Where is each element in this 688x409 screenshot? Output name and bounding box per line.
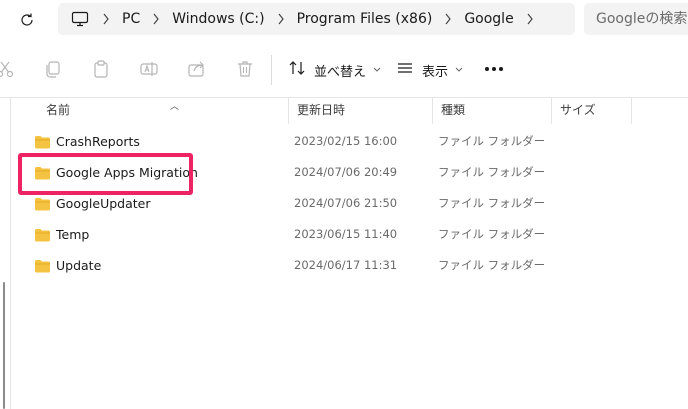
table-row[interactable]: Temp 2023/06/15 11:40 ファイル フォルダー <box>12 219 688 250</box>
rename-icon[interactable] <box>138 58 160 80</box>
column-type[interactable]: 種類 <box>433 98 552 124</box>
delete-icon[interactable] <box>234 58 256 80</box>
column-name[interactable]: ︿ 名前 <box>12 98 289 124</box>
file-type: ファイル フォルダー <box>438 227 546 241</box>
chevron-right-icon[interactable] <box>436 13 460 25</box>
address-row: PC Windows (C:) Program Files (x86) Goog… <box>0 0 688 40</box>
file-date: 2024/07/06 21:50 <box>294 196 398 210</box>
toolbar-divider <box>271 55 272 85</box>
sort-button-label: 並べ替え <box>314 64 367 80</box>
column-size[interactable]: サイズ <box>552 98 632 124</box>
file-date: 2023/02/15 16:00 <box>294 134 398 148</box>
cut-icon[interactable] <box>0 58 16 80</box>
view-button-label: 表示 <box>422 64 449 80</box>
view-button[interactable]: 表示 <box>396 57 463 83</box>
sort-button[interactable]: 並べ替え <box>288 57 381 83</box>
file-type: ファイル フォルダー <box>438 196 546 210</box>
sort-icon <box>288 59 306 81</box>
column-date-label: 更新日時 <box>297 103 346 117</box>
file-type: ファイル フォルダー <box>438 165 546 179</box>
chevron-right-icon[interactable] <box>144 13 168 25</box>
highlight-box <box>18 153 193 195</box>
file-type: ファイル フォルダー <box>438 258 546 272</box>
column-type-label: 種類 <box>441 103 466 117</box>
file-date: 2023/06/15 11:40 <box>294 227 398 241</box>
more-icon[interactable] <box>482 58 506 80</box>
folder-icon <box>34 259 51 273</box>
file-name: Temp <box>56 227 90 242</box>
paste-icon[interactable] <box>90 58 112 80</box>
folder-icon <box>34 197 51 211</box>
breadcrumb[interactable]: PC Windows (C:) Program Files (x86) Goog… <box>58 3 575 35</box>
column-header: ︿ 名前 更新日時 種類 サイズ <box>12 98 688 124</box>
breadcrumb-item-windows-c[interactable]: Windows (C:) <box>168 11 268 27</box>
navigation-pane[interactable] <box>0 98 11 409</box>
share-icon[interactable] <box>186 58 208 80</box>
folder-icon <box>34 135 51 149</box>
file-name: CrashReports <box>56 134 140 149</box>
file-date: 2024/07/06 20:49 <box>294 165 398 179</box>
file-name: GoogleUpdater <box>56 196 151 211</box>
breadcrumb-item-google[interactable]: Google <box>460 11 517 27</box>
chevron-down-icon <box>373 67 381 73</box>
command-bar: 並べ替え 表示 <box>0 40 688 98</box>
file-type: ファイル フォルダー <box>438 134 546 148</box>
chevron-right-icon[interactable] <box>269 13 293 25</box>
chevron-right-icon[interactable] <box>518 13 542 25</box>
chevron-down-icon <box>455 67 463 73</box>
copy-icon[interactable] <box>42 58 64 80</box>
table-row[interactable]: Update 2024/06/17 11:31 ファイル フォルダー <box>12 250 688 281</box>
file-date: 2024/06/17 11:31 <box>294 258 398 272</box>
chevron-right-icon[interactable] <box>94 13 118 25</box>
file-name: Update <box>56 258 102 273</box>
column-name-label: 名前 <box>46 103 71 117</box>
column-date[interactable]: 更新日時 <box>289 98 433 124</box>
search-input[interactable]: Googleの検索 <box>584 3 688 35</box>
folder-icon <box>34 228 51 242</box>
computer-icon[interactable] <box>66 11 94 27</box>
column-size-label: サイズ <box>560 103 596 117</box>
breadcrumb-item-pc[interactable]: PC <box>118 11 144 27</box>
refresh-icon[interactable] <box>14 8 40 32</box>
view-icon <box>396 59 414 81</box>
sort-ascending-icon: ︿ <box>170 102 180 112</box>
navigation-scrollbar[interactable] <box>3 282 5 409</box>
breadcrumb-item-program-files-x86[interactable]: Program Files (x86) <box>293 11 437 27</box>
